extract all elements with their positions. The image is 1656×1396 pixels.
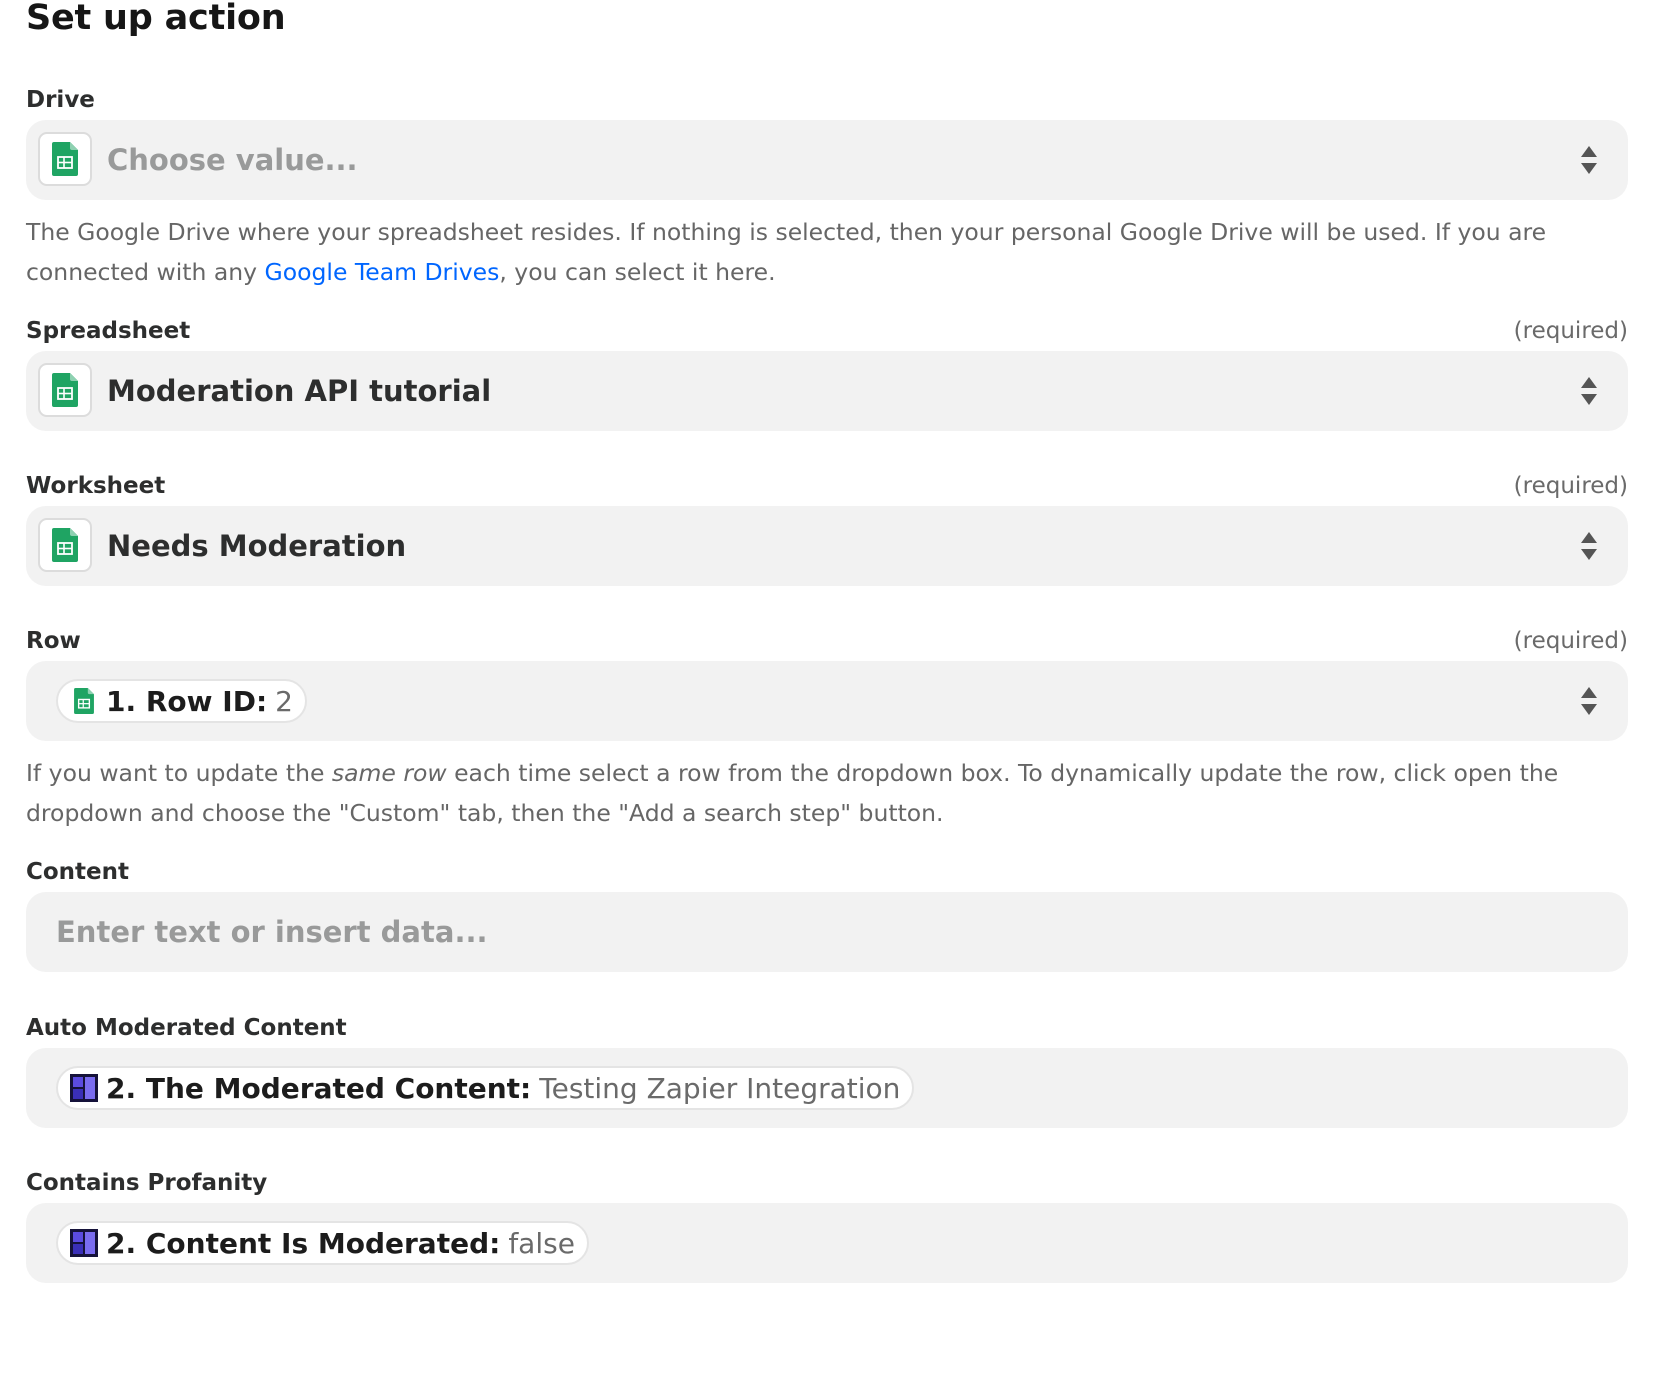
stepper-arrows-icon [1581,377,1597,405]
required-indicator: (required) [1513,318,1628,344]
worksheet-select[interactable]: Needs Moderation [26,506,1628,586]
drive-placeholder: Choose value... [107,143,358,177]
required-indicator: (required) [1513,628,1628,654]
content-is-moderated-pill[interactable]: 2. Content Is Moderated: false [56,1221,589,1265]
contains-profanity-label: Contains Profanity [26,1170,268,1196]
stepper-arrows-icon [1581,146,1597,174]
drive-select[interactable]: Choose value... [26,120,1628,200]
pill-value: false [508,1226,575,1260]
drive-label: Drive [26,87,95,113]
worksheet-label: Worksheet [26,473,166,499]
pill-key: 2. Content Is Moderated: [106,1226,501,1260]
google-team-drives-link[interactable]: Google Team Drives [265,258,500,286]
pill-value: 2 [275,684,293,718]
spreadsheet-value: Moderation API tutorial [107,374,492,408]
google-sheets-icon [38,363,92,417]
drive-field: Drive Choose value... The Google Drive w… [26,80,1628,292]
google-sheets-icon [38,132,92,186]
moderation-api-icon [70,1074,98,1102]
stepper-arrows-icon [1581,532,1597,560]
page-title: Set up action [26,0,286,38]
pill-key: 1. Row ID: [106,684,268,718]
moderation-api-icon [70,1229,98,1257]
google-sheets-icon [38,518,92,572]
row-select[interactable]: 1. Row ID: 2 [26,661,1628,741]
drive-help-text: The Google Drive where your spreadsheet … [26,218,1547,286]
contains-profanity-input[interactable]: 2. Content Is Moderated: false [26,1203,1628,1283]
auto-moderated-content-field: Auto Moderated Content 2. The Moderated … [26,1008,1628,1128]
worksheet-field: Worksheet (required) Needs Moderation [26,466,1628,586]
worksheet-value: Needs Moderation [107,529,407,563]
auto-moderated-content-label: Auto Moderated Content [26,1015,347,1041]
row-field: Row (required) 1. Row ID: 2 If you want … [26,621,1628,833]
pill-key: 2. The Moderated Content: [106,1071,532,1105]
content-field: Content Enter text or insert data... [26,852,1628,972]
row-label: Row [26,628,81,654]
moderated-content-pill[interactable]: 2. The Moderated Content: Testing Zapier… [56,1066,915,1110]
content-placeholder: Enter text or insert data... [56,915,488,949]
spreadsheet-select[interactable]: Moderation API tutorial [26,351,1628,431]
row-id-pill[interactable]: 1. Row ID: 2 [56,679,307,723]
stepper-arrows-icon [1581,687,1597,715]
required-indicator: (required) [1513,473,1628,499]
contains-profanity-field: Contains Profanity 2. Content Is Moderat… [26,1163,1628,1283]
content-input[interactable]: Enter text or insert data... [26,892,1628,972]
auto-moderated-content-input[interactable]: 2. The Moderated Content: Testing Zapier… [26,1048,1628,1128]
content-label: Content [26,859,130,885]
google-sheets-icon [70,687,98,715]
row-help-text: If you want to update the same row each … [26,759,1559,827]
spreadsheet-label: Spreadsheet [26,318,191,344]
pill-value: Testing Zapier Integration [539,1071,901,1105]
spreadsheet-field: Spreadsheet (required) Moderation API tu… [26,311,1628,431]
